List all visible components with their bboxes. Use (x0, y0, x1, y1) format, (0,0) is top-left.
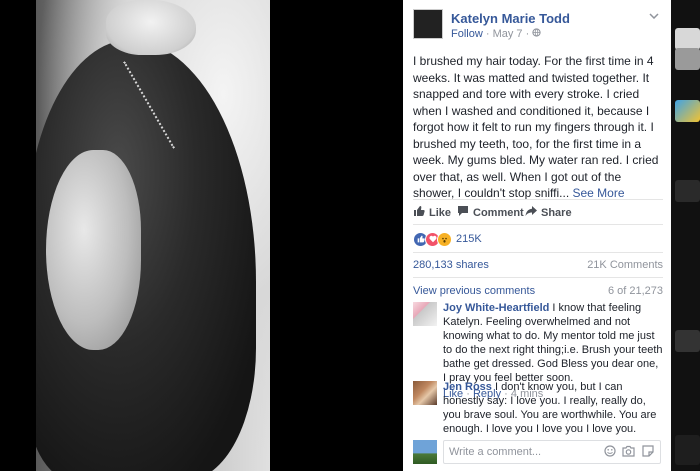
action-bar: Like Comment Share (413, 200, 663, 222)
post-photo[interactable] (36, 0, 270, 471)
sidebar-thumbnail[interactable] (675, 100, 700, 122)
post-body: I brushed my hair today. For the first t… (413, 54, 659, 200)
share-arrow-icon (525, 205, 537, 220)
sidebar-thumbnail[interactable] (675, 435, 700, 465)
comment-input[interactable]: Write a comment... (443, 440, 661, 464)
reactions-summary[interactable]: 215K (413, 231, 482, 247)
comment-button[interactable]: Comment (457, 205, 524, 220)
sticker-icon[interactable] (642, 445, 654, 460)
comment-position: 6 of 21,273 (607, 285, 663, 297)
comment-author[interactable]: Jen Ross (443, 381, 492, 393)
author-avatar[interactable] (413, 9, 443, 39)
divider (413, 252, 663, 253)
post-date[interactable]: May 7 (493, 28, 523, 40)
comment-placeholder: Write a comment... (449, 446, 542, 458)
sidebar-thumbnail[interactable] (675, 28, 700, 50)
see-more-link[interactable]: See More (573, 186, 625, 200)
current-user-avatar (413, 440, 437, 464)
wow-reaction-icon (437, 231, 452, 247)
camera-icon[interactable] (622, 445, 635, 460)
commenter-avatar[interactable] (413, 381, 437, 405)
chevron-down-icon[interactable] (649, 11, 659, 22)
comments-count[interactable]: 21K Comments (587, 259, 663, 271)
commenter-avatar[interactable] (413, 302, 437, 326)
post-detail-panel: Katelyn Marie Todd Follow · May 7 · I br… (403, 0, 671, 471)
comment-body: Jen Ross I don't know you, but I can hon… (443, 380, 663, 436)
post-stats: 280,133 shares 21K Comments (413, 259, 663, 271)
right-sidebar-strip (671, 0, 700, 471)
view-previous-comments-link[interactable]: View previous comments (413, 285, 535, 297)
comments-pagination: View previous comments 6 of 21,273 (413, 285, 663, 297)
post-meta: Follow · May 7 · (451, 28, 541, 40)
reaction-count: 215K (456, 233, 482, 245)
sidebar-thumbnail[interactable] (675, 330, 700, 352)
shares-count[interactable]: 280,133 shares (413, 259, 489, 271)
comment-composer: Write a comment... (413, 440, 663, 464)
like-button[interactable]: Like (413, 205, 451, 220)
meta-dot: · (485, 28, 493, 40)
sidebar-thumbnail[interactable] (675, 180, 700, 202)
emoji-icon[interactable] (604, 445, 616, 460)
post-header: Katelyn Marie Todd Follow · May 7 · (413, 9, 663, 43)
comment-label: Comment (473, 206, 524, 219)
comment-text: I know that feeling Katelyn. Feeling ove… (443, 302, 663, 384)
photo-face (46, 150, 141, 350)
divider (413, 277, 663, 278)
sidebar-thumbnail[interactable] (675, 48, 700, 70)
divider (413, 224, 663, 225)
follow-link[interactable]: Follow (451, 28, 483, 40)
author-name[interactable]: Katelyn Marie Todd (451, 11, 570, 26)
share-button[interactable]: Share (525, 205, 572, 220)
globe-icon (532, 28, 541, 40)
post-text: I brushed my hair today. For the first t… (413, 53, 663, 202)
comment-author[interactable]: Joy White-Heartfield (443, 302, 549, 314)
like-label: Like (429, 206, 452, 219)
comment-icon (457, 205, 469, 220)
share-label: Share (541, 206, 572, 219)
thumbs-up-icon (413, 205, 425, 220)
